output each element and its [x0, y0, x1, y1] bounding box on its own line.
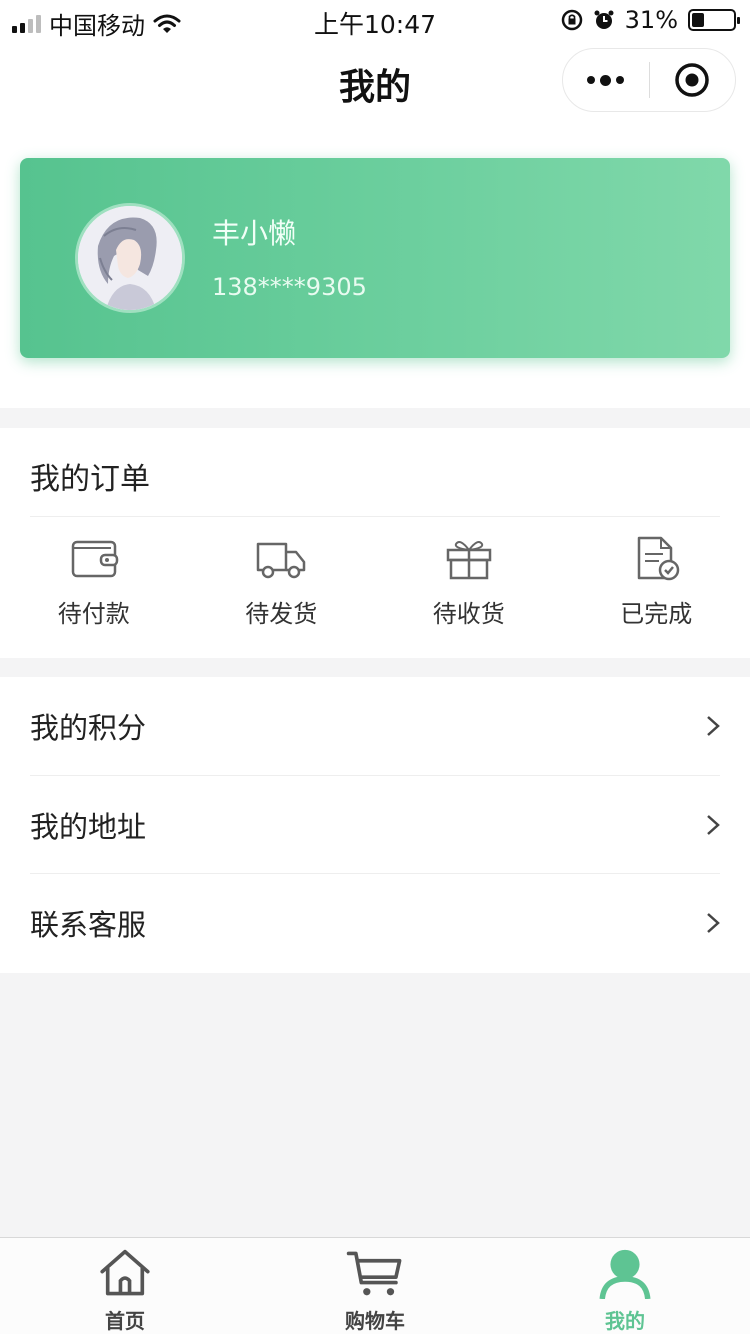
user-name: 丰小懒 — [212, 217, 297, 250]
tab-bar: 首页 购物车 我的 — [0, 1237, 750, 1334]
target-icon — [675, 63, 709, 97]
order-item-pending-receipt[interactable]: 待收货 — [375, 536, 563, 629]
tab-mine[interactable]: 我的 — [500, 1238, 750, 1334]
more-button[interactable] — [563, 74, 649, 86]
menu-item-label: 我的地址 — [30, 809, 147, 844]
battery-level — [692, 13, 704, 27]
chevron-right-icon — [707, 913, 720, 934]
screen: 中国移动 上午10:47 31% 我的 丰小懒 138****9305 我的订单… — [0, 0, 750, 1334]
gift-icon — [446, 541, 491, 580]
order-item-completed[interactable]: 已完成 — [563, 536, 750, 629]
avatar-illustration-icon — [78, 206, 182, 310]
order-item-label: 待收货 — [432, 600, 505, 628]
profile-card[interactable]: 丰小懒 138****9305 — [20, 158, 730, 358]
miniprogram-capsule — [562, 48, 736, 112]
menu-item-label: 我的积分 — [30, 711, 147, 745]
cart-icon — [346, 1251, 402, 1296]
profile-section: 丰小懒 138****9305 — [0, 130, 750, 408]
truck-icon — [257, 542, 306, 579]
orders-section: 我的订单 待付款 待发货 待收货 已完成 — [0, 428, 750, 658]
nav-bar: 我的 — [0, 40, 750, 130]
document-check-icon — [638, 536, 680, 581]
tab-label: 首页 — [105, 1309, 145, 1333]
user-icon — [599, 1249, 651, 1299]
rotation-lock-icon — [561, 9, 582, 31]
chevron-right-icon — [707, 716, 720, 736]
alarm-icon — [594, 10, 614, 29]
menu-item-contact-service[interactable]: 联系客服 — [0, 874, 750, 973]
chevron-right-icon — [707, 814, 720, 835]
menu-list: 我的积分 我的地址 联系客服 — [0, 677, 750, 973]
order-item-label: 待发货 — [245, 600, 318, 628]
order-item-label: 已完成 — [620, 600, 693, 628]
user-phone: 138****9305 — [212, 273, 367, 301]
status-bar: 中国移动 上午10:47 31% — [0, 0, 750, 40]
order-item-pending-payment[interactable]: 待付款 — [0, 536, 188, 629]
tab-label: 我的 — [605, 1309, 645, 1333]
orders-title[interactable]: 我的订单 — [30, 454, 150, 498]
close-miniprogram-button[interactable] — [650, 62, 736, 98]
avatar[interactable] — [75, 203, 185, 313]
wallet-icon — [71, 540, 118, 578]
menu-item-address[interactable]: 我的地址 — [0, 776, 750, 875]
tab-cart[interactable]: 购物车 — [250, 1238, 500, 1334]
battery-percent: 31% — [624, 6, 678, 34]
order-status-list: 待付款 待发货 待收货 已完成 — [0, 536, 750, 629]
menu-item-points[interactable]: 我的积分 — [0, 677, 750, 776]
order-item-pending-shipment[interactable]: 待发货 — [188, 536, 376, 629]
order-item-label: 待付款 — [57, 600, 130, 628]
home-icon — [100, 1249, 150, 1296]
battery-icon — [688, 9, 740, 31]
menu-item-label: 联系客服 — [30, 908, 147, 943]
status-right: 31% — [561, 6, 740, 34]
tab-home[interactable]: 首页 — [0, 1238, 250, 1334]
divider — [30, 516, 720, 517]
tab-label: 购物车 — [345, 1309, 405, 1333]
